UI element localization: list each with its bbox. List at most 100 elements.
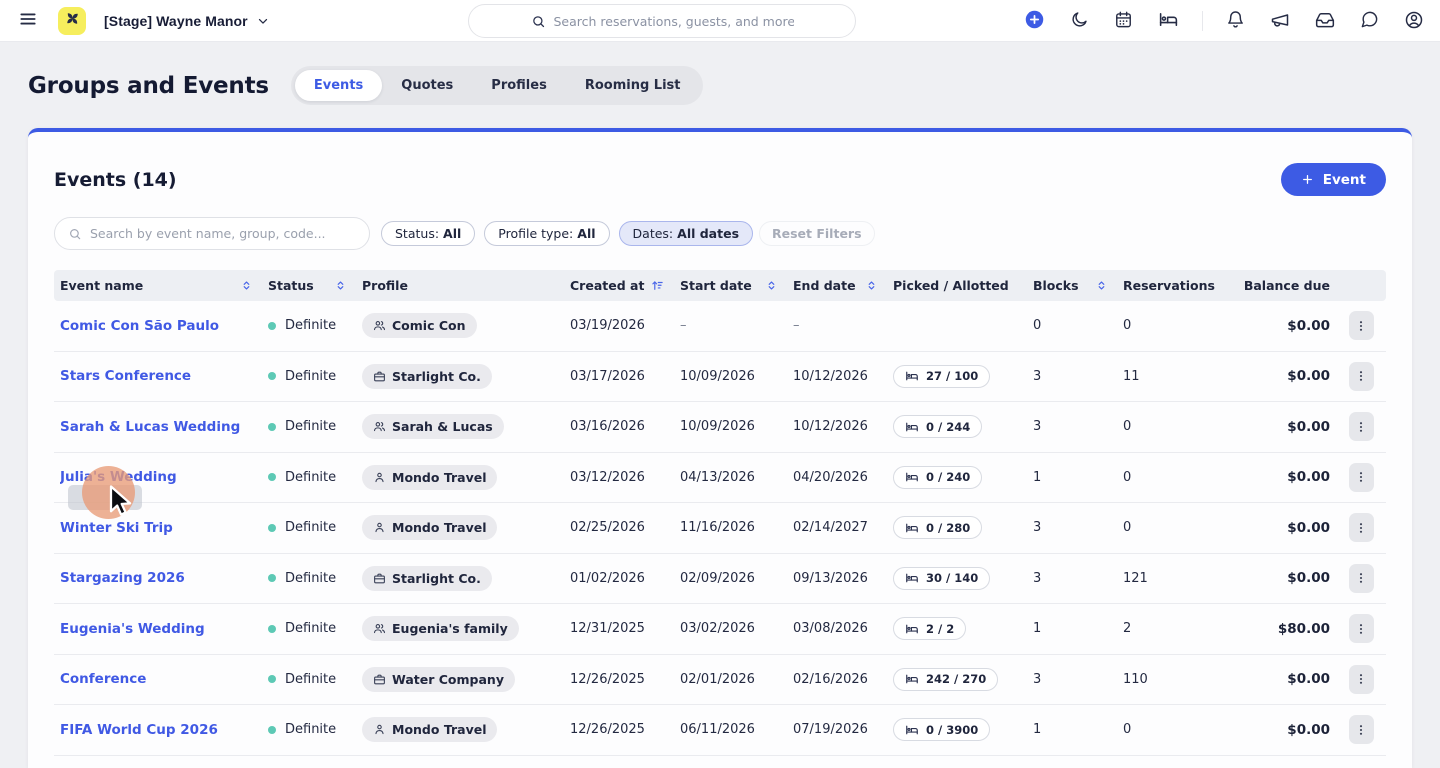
- add-event-button[interactable]: Event: [1281, 163, 1386, 196]
- balance-due: $0.00: [1230, 722, 1336, 738]
- column-header-status[interactable]: Status: [268, 270, 362, 301]
- picked-allotted-chip: 2 / 2: [893, 617, 966, 640]
- profile-chip[interactable]: Starlight Co.: [362, 566, 492, 591]
- table-row[interactable]: Comic Con São Paulo Definite Comic Con 0…: [54, 301, 1386, 352]
- row-menu-button[interactable]: [1349, 715, 1374, 744]
- reset-filters-button[interactable]: Reset Filters: [759, 221, 875, 246]
- end-date: 03/08/2026: [793, 621, 893, 636]
- row-menu-button[interactable]: [1349, 362, 1374, 391]
- event-name-link[interactable]: Stargazing 2026: [60, 570, 185, 586]
- column-header-profile: Profile: [362, 270, 570, 301]
- end-date: 07/19/2026: [793, 722, 893, 737]
- balance-due: $80.00: [1230, 621, 1336, 637]
- event-name-link[interactable]: Eugenia's Wedding: [60, 621, 205, 637]
- row-menu-button[interactable]: [1349, 513, 1374, 542]
- table-row[interactable]: Julia's Wedding Definite Mondo Travel 03…: [54, 453, 1386, 504]
- event-name-link[interactable]: FIFA World Cup 2026: [60, 722, 218, 738]
- row-menu-button[interactable]: [1349, 665, 1374, 694]
- panel-title: Events (14): [54, 169, 177, 191]
- profile-chip[interactable]: Mondo Travel: [362, 465, 497, 490]
- announcements-button[interactable]: [1268, 8, 1292, 35]
- row-menu-button[interactable]: [1349, 463, 1374, 492]
- table-header: Event nameStatusProfileCreated atStart d…: [54, 270, 1386, 301]
- menu-button[interactable]: [16, 7, 40, 34]
- global-search-input[interactable]: [554, 14, 794, 29]
- menu-icon: [18, 9, 38, 32]
- dark-mode-button[interactable]: [1068, 8, 1091, 34]
- help-chat-button[interactable]: [1358, 8, 1381, 34]
- start-date: 02/09/2026: [680, 571, 793, 586]
- balance-due: $0.00: [1230, 469, 1336, 485]
- inbox-button[interactable]: [1313, 8, 1337, 35]
- sort-icon[interactable]: [241, 280, 252, 291]
- event-name-link[interactable]: Comic Con São Paulo: [60, 318, 219, 334]
- table-row[interactable]: Eugenia's Wedding Definite Eugenia's fam…: [54, 604, 1386, 655]
- picked-allotted-chip: 0 / 244: [893, 415, 982, 438]
- table-row[interactable]: Winter Ski Trip Definite Mondo Travel 02…: [54, 503, 1386, 554]
- sort-icon[interactable]: [335, 280, 346, 291]
- balance-due: $0.00: [1230, 419, 1336, 435]
- global-search[interactable]: [468, 4, 856, 38]
- column-header-event-name[interactable]: Event name: [54, 270, 268, 301]
- profile-chip[interactable]: Water Company: [362, 667, 515, 692]
- kebab-icon: [1354, 621, 1368, 637]
- profile-name: Mondo Travel: [392, 520, 486, 535]
- row-menu-button[interactable]: [1349, 614, 1374, 643]
- row-menu-button[interactable]: [1349, 564, 1374, 593]
- row-menu-button[interactable]: [1349, 412, 1374, 441]
- profile-chip[interactable]: Sarah & Lucas: [362, 414, 504, 439]
- blocks-count: 1: [1033, 470, 1123, 485]
- column-header-start-date[interactable]: Start date: [680, 270, 793, 301]
- reservations-button[interactable]: [1156, 7, 1181, 35]
- event-name-link[interactable]: Winter Ski Trip: [60, 520, 173, 536]
- table-row[interactable]: Sarah & Lucas Wedding Definite Sarah & L…: [54, 402, 1386, 453]
- property-switcher[interactable]: [Stage] Wayne Manor: [104, 13, 270, 29]
- event-search-input[interactable]: [90, 226, 350, 241]
- event-name-link[interactable]: Stars Conference: [60, 368, 191, 384]
- calendar-button[interactable]: [1112, 8, 1135, 34]
- tab-rooming-list[interactable]: Rooming List: [566, 70, 700, 101]
- filter-chip-status[interactable]: Status:All: [381, 221, 475, 246]
- status-label: Definite: [285, 571, 336, 586]
- notifications-button[interactable]: [1224, 8, 1247, 34]
- column-header-blocks[interactable]: Blocks: [1033, 270, 1123, 301]
- sort-icon[interactable]: [766, 280, 777, 291]
- profile-chip[interactable]: Mondo Travel: [362, 717, 497, 742]
- column-header-created-at[interactable]: Created at: [570, 270, 680, 301]
- table-row[interactable]: Stargazing 2026 Definite Starlight Co. 0…: [54, 554, 1386, 605]
- bed-icon: [905, 571, 919, 585]
- quick-add-button[interactable]: [1022, 7, 1047, 35]
- table-row[interactable]: FIFA World Cup 2026 Definite Mondo Trave…: [54, 705, 1386, 756]
- table-row[interactable]: Stars Conference Definite Starlight Co. …: [54, 352, 1386, 403]
- app-logo[interactable]: [58, 7, 86, 35]
- profile-chip[interactable]: Comic Con: [362, 313, 477, 338]
- person-icon: [373, 471, 386, 484]
- person-icon: [373, 723, 386, 736]
- created-at: 12/31/2025: [570, 621, 680, 636]
- account-button[interactable]: [1402, 8, 1426, 35]
- table-row[interactable]: Conference Definite Water Company 12/26/…: [54, 655, 1386, 706]
- sort-icon[interactable]: [866, 280, 877, 291]
- event-name-link[interactable]: Conference: [60, 671, 146, 687]
- end-date: 04/20/2026: [793, 470, 893, 485]
- reservations-count: 0: [1123, 470, 1230, 485]
- status-dot: [268, 625, 276, 633]
- sort-active-icon[interactable]: [651, 279, 664, 292]
- tab-events[interactable]: Events: [295, 70, 382, 101]
- column-header-end-date[interactable]: End date: [793, 270, 893, 301]
- event-name-link[interactable]: Sarah & Lucas Wedding: [60, 419, 240, 435]
- profile-chip[interactable]: Starlight Co.: [362, 364, 492, 389]
- status-label: Definite: [285, 318, 336, 333]
- filter-chip-dates[interactable]: Dates:All dates: [619, 221, 753, 246]
- reservations-count: 110: [1123, 672, 1230, 687]
- filter-chip-profile-type[interactable]: Profile type:All: [484, 221, 609, 246]
- tab-profiles[interactable]: Profiles: [472, 70, 566, 101]
- end-date: –: [793, 318, 893, 333]
- sort-icon[interactable]: [1096, 280, 1107, 291]
- profile-chip[interactable]: Mondo Travel: [362, 515, 497, 540]
- reservations-count: 0: [1123, 520, 1230, 535]
- profile-chip[interactable]: Eugenia's family: [362, 616, 519, 641]
- tab-quotes[interactable]: Quotes: [382, 70, 472, 101]
- row-menu-button[interactable]: [1349, 311, 1374, 340]
- event-search[interactable]: [54, 217, 370, 250]
